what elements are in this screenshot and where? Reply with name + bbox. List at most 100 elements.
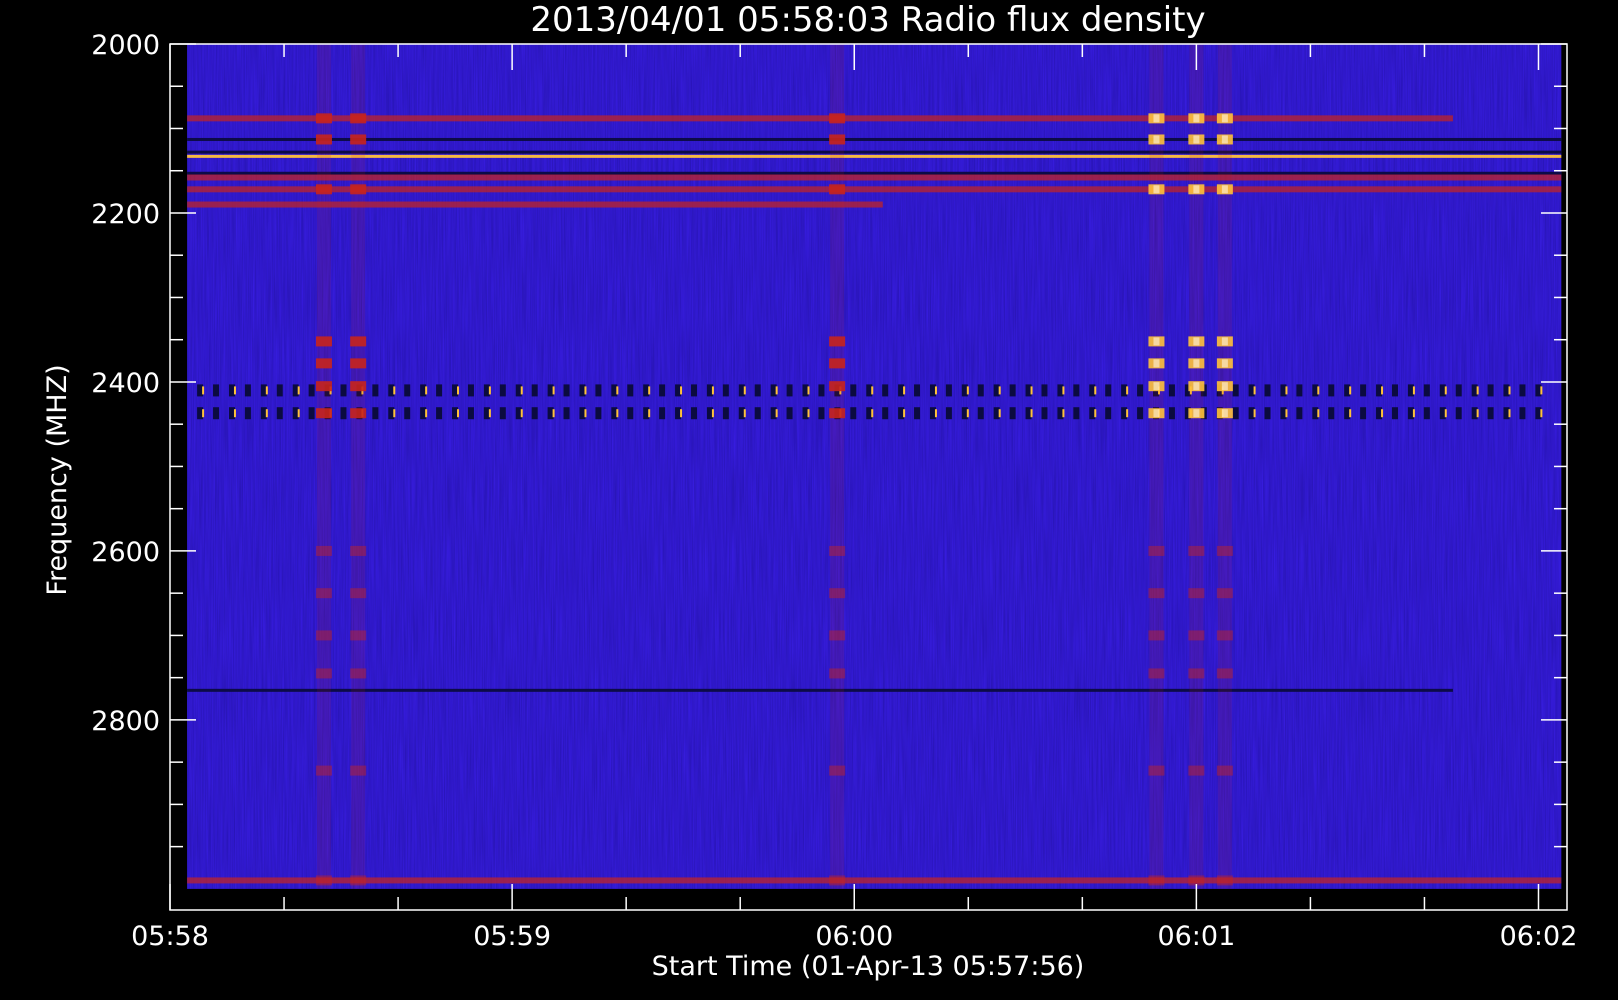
- noise-stripe: [450, 44, 452, 889]
- noise-stripe: [679, 44, 681, 889]
- noise-stripe: [290, 44, 292, 889]
- noise-stripe: [736, 44, 738, 889]
- burst-block: [1216, 875, 1233, 886]
- band-dash: [1105, 407, 1112, 420]
- noise-stripe: [1023, 44, 1025, 889]
- noise-stripe: [1303, 44, 1305, 889]
- noise-stripe: [1498, 44, 1500, 889]
- band-dash: [531, 384, 538, 397]
- noise-stripe: [284, 44, 286, 889]
- noise-stripe: [1469, 44, 1471, 889]
- band-dash: [1041, 384, 1048, 397]
- noise-stripe: [393, 44, 395, 889]
- band-dash-highlight: [1381, 386, 1384, 395]
- noise-stripe: [799, 44, 801, 889]
- band-dash: [690, 384, 697, 397]
- band-dash: [595, 384, 602, 397]
- noise-stripe: [616, 44, 618, 889]
- y-tick-label: 2000: [91, 30, 160, 61]
- noise-stripe: [960, 44, 962, 889]
- band-dash-highlight: [1253, 386, 1256, 395]
- band-dash-highlight: [966, 409, 969, 418]
- noise-stripe: [1166, 44, 1168, 889]
- band-dash: [1487, 407, 1494, 420]
- noise-stripe: [650, 44, 652, 889]
- noise-stripe: [210, 44, 212, 889]
- noise-stripe: [1206, 44, 1208, 889]
- noise-stripe: [1544, 44, 1546, 889]
- noise-stripe: [1326, 44, 1328, 889]
- band-dash: [1519, 407, 1526, 420]
- band-dash-highlight: [1412, 386, 1415, 395]
- noise-stripe: [891, 44, 893, 889]
- band-dash-highlight: [1476, 409, 1479, 418]
- noise-stripe: [1360, 44, 1362, 889]
- noise-stripe: [1320, 44, 1322, 889]
- noise-stripe: [1120, 44, 1122, 889]
- burst-core: [1193, 185, 1200, 194]
- band-dash: [1391, 384, 1398, 397]
- noise-stripe: [1086, 44, 1088, 889]
- band-dash: [659, 384, 666, 397]
- burst-block: [350, 336, 367, 347]
- noise-stripe: [942, 44, 944, 889]
- band-dash-highlight: [1030, 409, 1033, 418]
- noise-stripe: [1526, 44, 1528, 889]
- burst-block: [350, 875, 367, 886]
- noise-stripe: [879, 44, 881, 889]
- noise-stripe: [690, 44, 692, 889]
- noise-stripe: [295, 44, 297, 889]
- band-dash: [722, 384, 729, 397]
- band-dash: [467, 407, 474, 420]
- noise-stripe: [1481, 44, 1483, 889]
- band-dash: [850, 407, 857, 420]
- noise-stripe: [1063, 44, 1065, 889]
- burst-block: [829, 630, 846, 641]
- horizontal-band: [187, 150, 1562, 154]
- noise-stripe: [1269, 44, 1271, 889]
- noise-stripe: [490, 44, 492, 889]
- noise-stripe: [192, 44, 194, 889]
- band-dash-highlight: [903, 409, 906, 418]
- noise-stripe: [1372, 44, 1374, 889]
- noise-stripe: [1017, 44, 1019, 889]
- band-dash: [1455, 407, 1462, 420]
- noise-stripe: [1475, 44, 1477, 889]
- noise-stripe: [1309, 44, 1311, 889]
- noise-stripe: [1028, 44, 1030, 889]
- noise-stripe: [1114, 44, 1116, 889]
- x-tick-label: 05:59: [473, 921, 551, 952]
- burst-block: [1188, 588, 1205, 599]
- noise-stripe: [587, 44, 589, 889]
- noise-stripe: [1406, 44, 1408, 889]
- noise-stripe: [988, 44, 990, 889]
- band-dash-highlight: [488, 386, 491, 395]
- noise-stripe: [570, 44, 572, 889]
- noise-stripe: [1280, 44, 1282, 889]
- band-dash: [1105, 384, 1112, 397]
- burst-core: [1221, 135, 1228, 144]
- band-dash-highlight: [297, 386, 300, 395]
- band-dash: [1487, 384, 1494, 397]
- burst-block: [315, 408, 332, 419]
- band-dash: [436, 384, 443, 397]
- noise-stripe: [461, 44, 463, 889]
- band-dash-highlight: [1508, 386, 1511, 395]
- burst-block: [829, 184, 846, 195]
- y-tick-label: 2800: [91, 706, 160, 737]
- noise-stripe: [1108, 44, 1110, 889]
- band-dash: [914, 384, 921, 397]
- noise-stripe: [421, 44, 423, 889]
- band-dash-highlight: [1030, 386, 1033, 395]
- noise-stripe: [1091, 44, 1093, 889]
- noise-stripe: [1400, 44, 1402, 889]
- burst-block: [350, 134, 367, 145]
- band-dash: [945, 384, 952, 397]
- band-dash: [1009, 407, 1016, 420]
- noise-stripe: [1378, 44, 1380, 889]
- chart-title: 2013/04/01 05:58:03 Radio flux density: [530, 0, 1205, 40]
- burst-core: [1153, 337, 1160, 346]
- burst-block: [1188, 875, 1205, 886]
- burst-block: [829, 668, 846, 679]
- band-dash: [754, 407, 761, 420]
